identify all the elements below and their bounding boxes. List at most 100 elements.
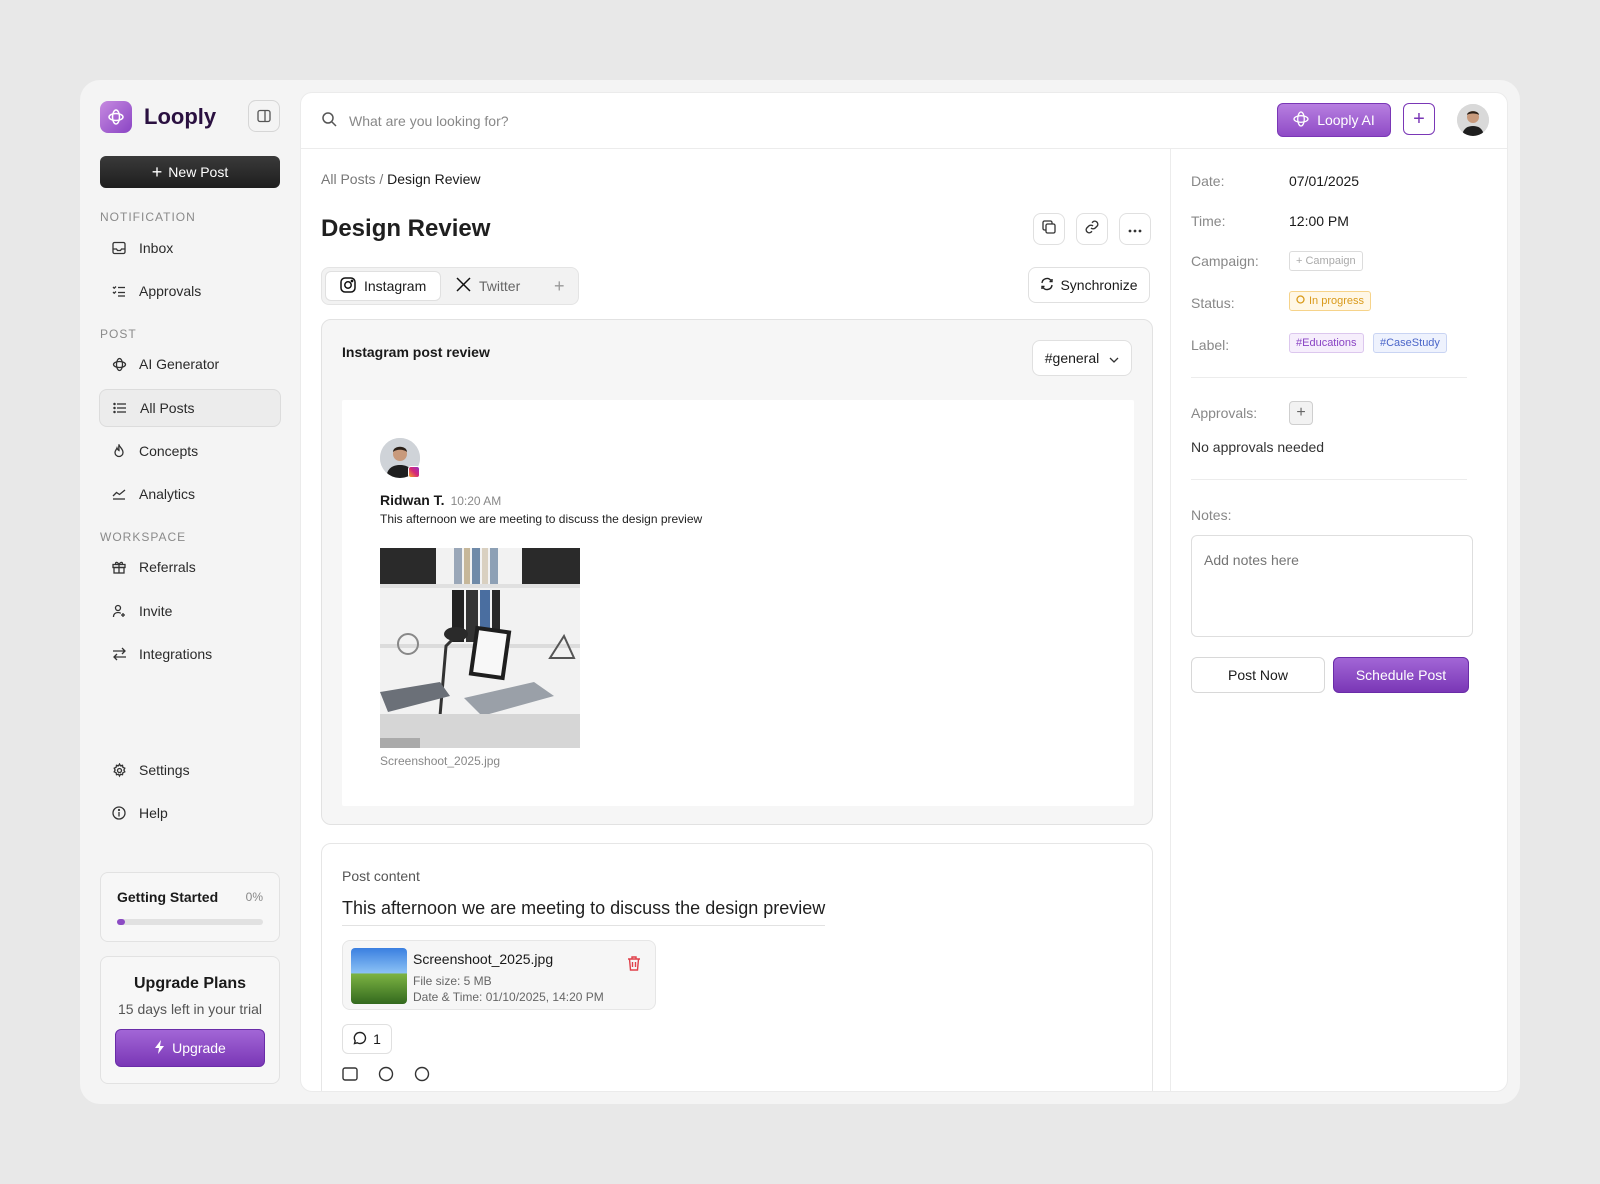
mention-icon[interactable] xyxy=(414,1066,430,1087)
sidebar-item-label: Settings xyxy=(139,762,190,778)
sidebar-item-concepts[interactable]: Concepts xyxy=(99,432,281,470)
plus-icon: + xyxy=(151,162,163,182)
post-content-label: Post content xyxy=(342,868,420,884)
sync-icon xyxy=(1040,277,1054,294)
add-platform-button[interactable]: + xyxy=(540,271,579,301)
plus-icon: + xyxy=(554,275,565,296)
looply-ai-label: Looply AI xyxy=(1317,112,1375,128)
label-label: Label: xyxy=(1191,337,1230,353)
sidebar-item-ai-generator[interactable]: AI Generator xyxy=(99,345,281,383)
image-icon[interactable] xyxy=(342,1066,358,1087)
add-campaign-button[interactable]: + Campaign xyxy=(1289,251,1363,271)
date-label: Date: xyxy=(1191,173,1225,189)
sparkle-icon xyxy=(1293,110,1309,130)
create-button[interactable]: + xyxy=(1403,103,1435,135)
schedule-post-button[interactable]: Schedule Post xyxy=(1333,657,1469,693)
tab-label: Twitter xyxy=(479,278,521,294)
post-image[interactable] xyxy=(380,548,580,748)
status-badge[interactable]: In progress xyxy=(1289,291,1372,311)
sidebar-item-all-posts[interactable]: All Posts xyxy=(99,389,281,427)
sidebar-item-label: Inbox xyxy=(139,240,174,256)
attachment-meta: File size: 5 MB Date & Time: 01/10/2025,… xyxy=(413,973,604,1005)
approvals-label: Approvals: xyxy=(1191,405,1258,421)
time-value[interactable]: 12:00 PM xyxy=(1289,213,1349,229)
instagram-post-preview: Ridwan T. 10:20 AM This afternoon we are … xyxy=(342,400,1134,806)
tab-twitter[interactable]: Twitter xyxy=(442,271,534,301)
search-icon xyxy=(321,111,337,130)
attachment-size: File size: 5 MB xyxy=(413,974,492,988)
inbox-icon xyxy=(111,240,127,256)
sidebar-item-referrals[interactable]: Referrals xyxy=(99,548,281,586)
approvals-status: No approvals needed xyxy=(1191,439,1325,455)
editor-toolbar xyxy=(342,1066,430,1087)
comments-button[interactable]: 1 xyxy=(342,1024,392,1054)
topbar: What are you looking for? Looply AI + xyxy=(301,93,1507,149)
post-time: 10:20 AM xyxy=(450,494,502,508)
collapse-sidebar-button[interactable] xyxy=(248,100,280,132)
sidebar-item-approvals[interactable]: Approvals xyxy=(99,272,281,310)
synchronize-button[interactable]: Synchronize xyxy=(1028,267,1150,303)
breadcrumb-parent[interactable]: All Posts xyxy=(321,171,375,187)
attachment-thumbnail xyxy=(351,948,407,1004)
upgrade-card: Upgrade Plans 15 days left in your trial… xyxy=(100,956,280,1084)
new-post-button[interactable]: + New Post xyxy=(100,156,280,188)
label-chip[interactable]: #CaseStudy xyxy=(1373,333,1447,353)
upgrade-button[interactable]: Upgrade xyxy=(115,1029,265,1067)
channel-select[interactable]: #general xyxy=(1032,340,1132,376)
sidebar-item-label: Approvals xyxy=(139,283,202,299)
synchronize-label: Synchronize xyxy=(1060,277,1138,293)
page-title: Design Review xyxy=(321,215,491,242)
sidebar-item-help[interactable]: Help xyxy=(99,794,281,832)
attachment-datetime: Date & Time: 01/10/2025, 14:20 PM xyxy=(413,990,604,1004)
sidebar-item-inbox[interactable]: Inbox xyxy=(99,229,281,267)
post-editor: All Posts / Design Review Design Review … xyxy=(301,149,1171,1091)
post-now-button[interactable]: Post Now xyxy=(1191,657,1325,693)
attachment-card[interactable]: Screenshoot_2025.jpg File size: 5 MB Dat… xyxy=(342,940,656,1010)
search-input[interactable]: What are you looking for? xyxy=(349,113,509,129)
sidebar-item-label: AI Generator xyxy=(139,356,220,372)
duplicate-button[interactable] xyxy=(1033,213,1065,245)
sidebar-item-settings[interactable]: Settings xyxy=(99,751,281,789)
plus-icon: + xyxy=(1296,404,1306,421)
date-value[interactable]: 07/01/2025 xyxy=(1289,173,1359,189)
progress-fill xyxy=(117,919,125,925)
app-window: Looply + New Post NOTIFICATION Inbox App… xyxy=(80,80,1520,1104)
sidebar-item-analytics[interactable]: Analytics xyxy=(99,475,281,513)
info-icon xyxy=(111,805,127,821)
search-bar[interactable]: What are you looking for? xyxy=(321,111,509,130)
arrows-icon xyxy=(111,646,127,662)
sidebar-item-label: Help xyxy=(139,805,168,821)
getting-started-percent: 0% xyxy=(245,890,263,904)
comment-icon xyxy=(353,1031,367,1048)
breadcrumb-separator: / xyxy=(375,171,388,187)
status-text: In progress xyxy=(1309,295,1365,307)
section-post: POST xyxy=(100,327,137,341)
emoji-icon[interactable] xyxy=(378,1066,394,1087)
label-chip[interactable]: #Educations xyxy=(1289,333,1364,353)
channel-select-value: #general xyxy=(1044,350,1100,366)
review-title: Instagram post review xyxy=(342,344,490,360)
delete-attachment-button[interactable] xyxy=(627,955,641,976)
avatar[interactable] xyxy=(1457,104,1489,136)
divider xyxy=(1191,377,1467,378)
author-name-text: Ridwan T. xyxy=(380,492,445,508)
flame-icon xyxy=(111,443,127,459)
looply-ai-button[interactable]: Looply AI xyxy=(1277,103,1391,137)
sidebar-item-label: Analytics xyxy=(139,486,196,502)
add-approver-button[interactable]: + xyxy=(1289,401,1313,425)
tab-instagram[interactable]: Instagram xyxy=(325,271,442,301)
more-options-button[interactable] xyxy=(1119,213,1151,245)
sidebar-item-invite[interactable]: Invite xyxy=(99,592,281,630)
notes-input[interactable] xyxy=(1191,535,1473,637)
details-panel: Date: 07/01/2025 Time: 12:00 PM Campaign… xyxy=(1171,149,1507,1091)
comment-count: 1 xyxy=(373,1031,381,1047)
author-name: Ridwan T. 10:20 AM xyxy=(380,492,501,508)
getting-started-card[interactable]: Getting Started 0% xyxy=(100,872,280,942)
sidebar-item-label: Integrations xyxy=(139,646,213,662)
sidebar-item-integrations[interactable]: Integrations xyxy=(99,635,281,673)
post-content-input[interactable]: This afternoon we are meeting to discuss… xyxy=(342,898,826,926)
campaign-label: Campaign: xyxy=(1191,253,1259,269)
upgrade-button-label: Upgrade xyxy=(172,1040,226,1056)
copy-link-button[interactable] xyxy=(1076,213,1108,245)
divider xyxy=(1191,479,1467,480)
